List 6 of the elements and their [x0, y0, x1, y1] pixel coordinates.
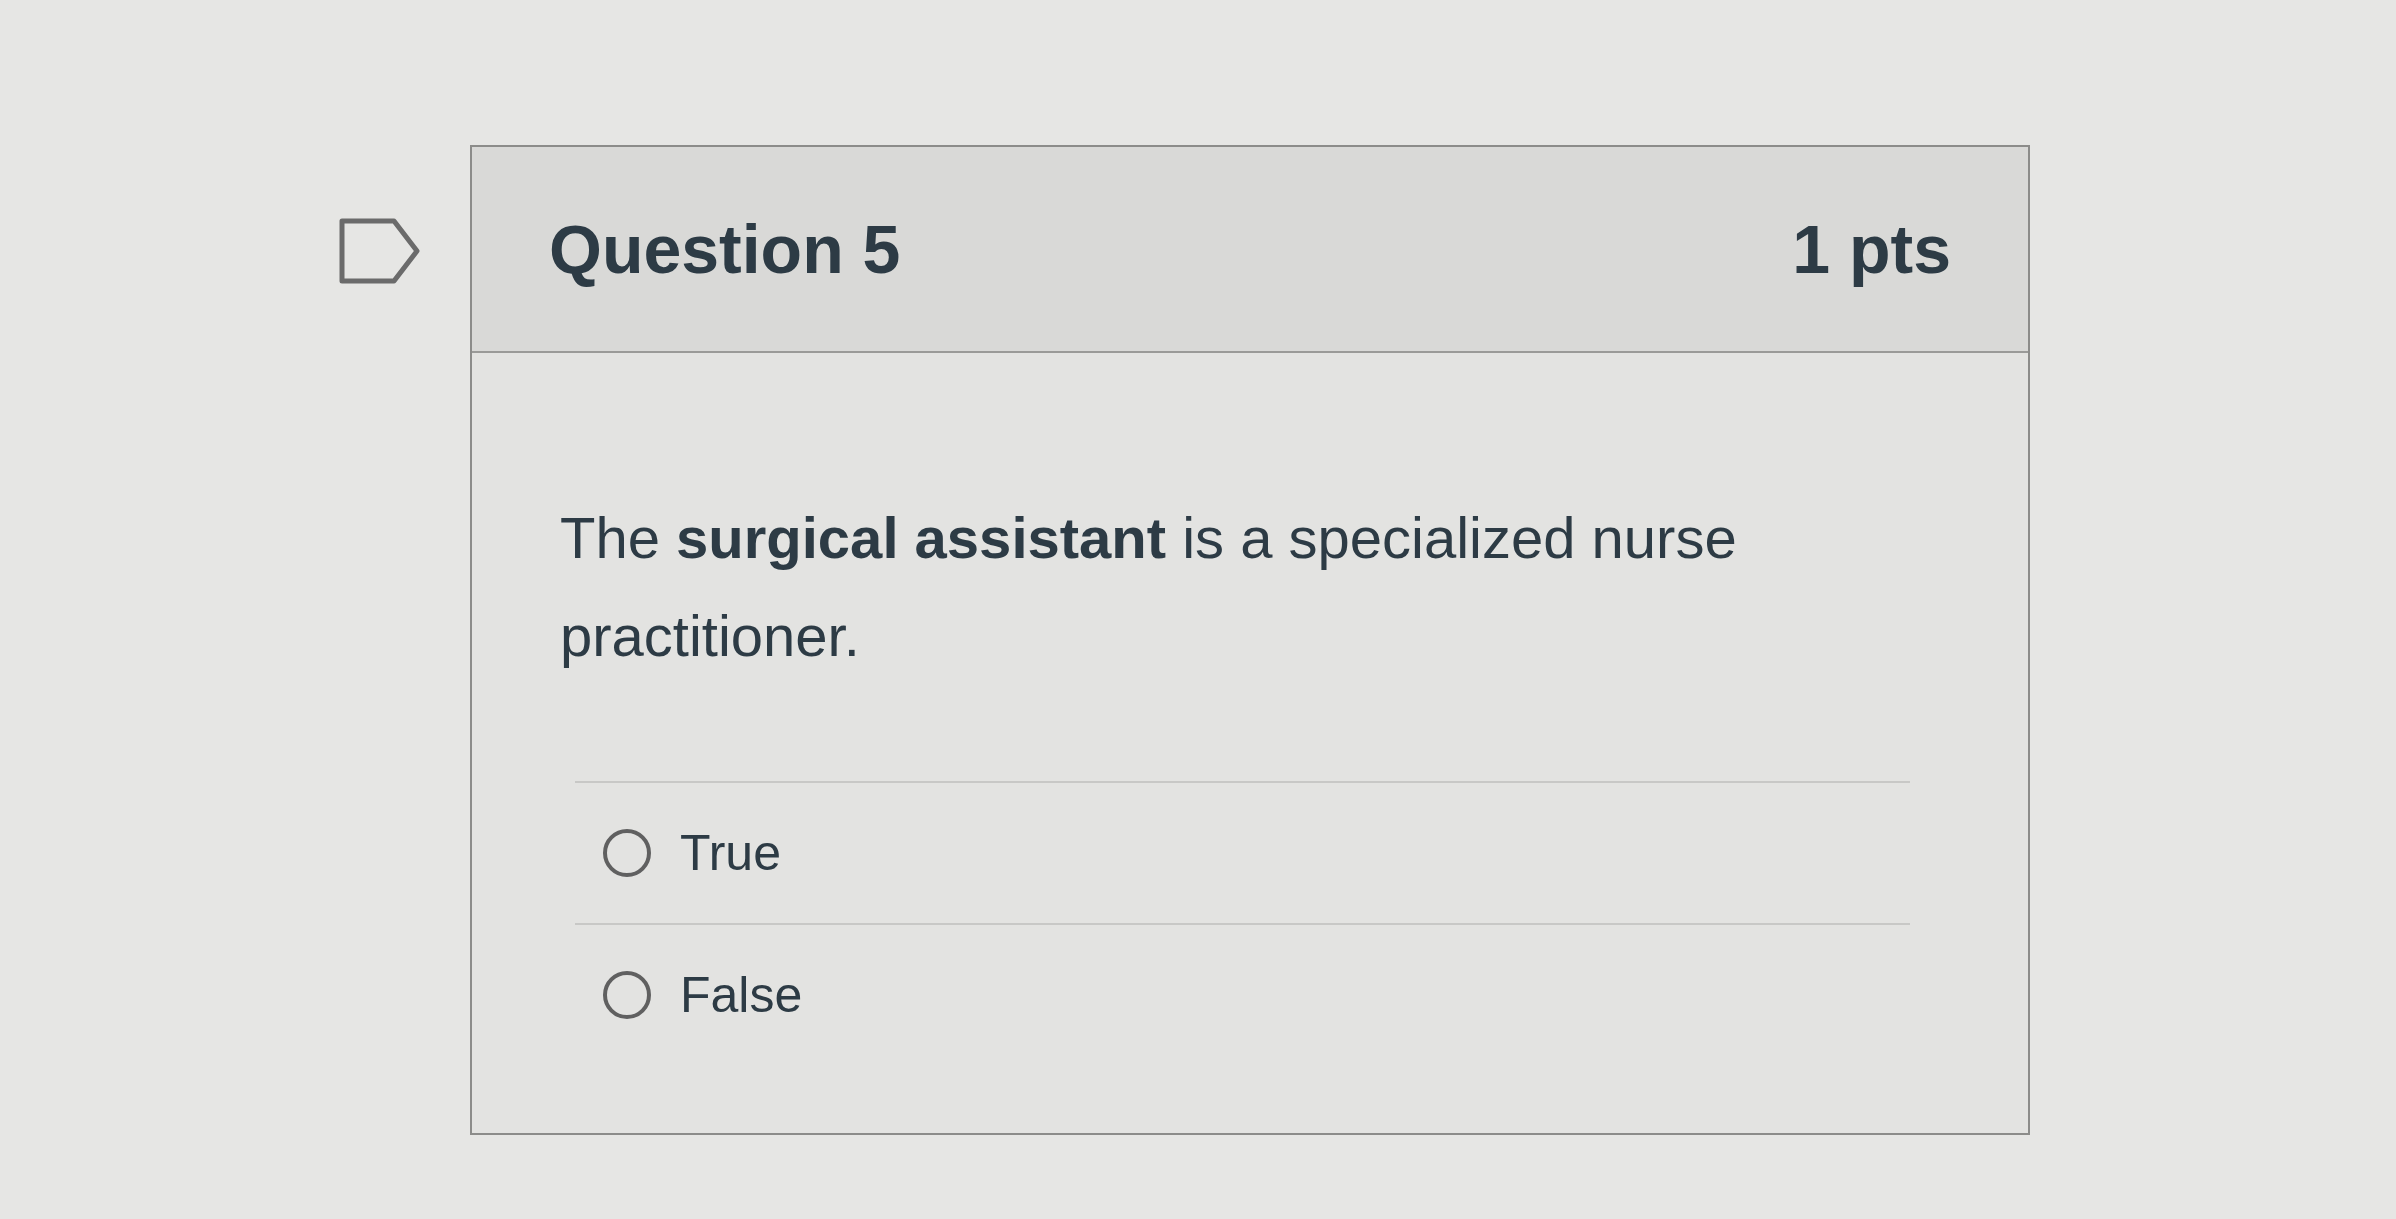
answer-label: True — [680, 823, 781, 883]
answer-label: False — [680, 965, 803, 1025]
question-text: The surgical assistant is a specialized nurse practitioner. — [560, 504, 1738, 670]
radio-button[interactable] — [602, 828, 652, 878]
flag-icon[interactable] — [339, 218, 421, 284]
radio-button[interactable] — [602, 970, 652, 1020]
